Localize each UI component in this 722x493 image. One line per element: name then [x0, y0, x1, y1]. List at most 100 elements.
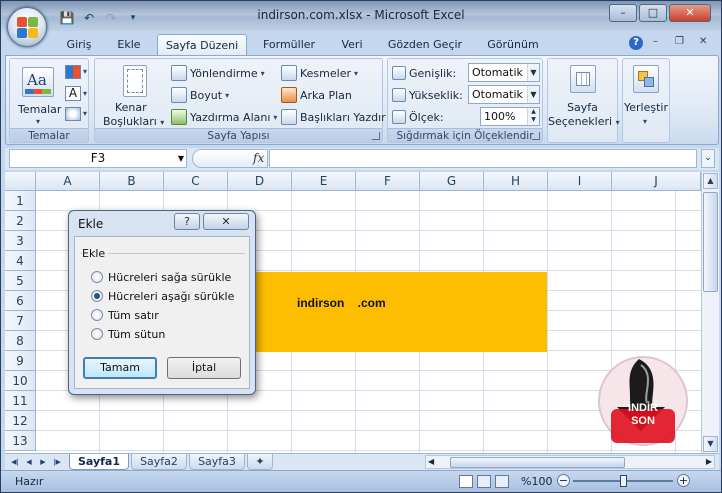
height-select[interactable]: Otomatik ▼ [468, 85, 540, 104]
margins-icon[interactable] [123, 65, 147, 97]
theme-effects-dropdown-icon[interactable]: ▾ [83, 109, 87, 118]
orientation-button[interactable]: Yönlendirme ▾ [171, 63, 265, 83]
sheet-tab-sayfa2[interactable]: Sayfa2 [131, 454, 187, 470]
sheet-tab-sayfa3[interactable]: Sayfa3 [189, 454, 245, 470]
row-header-3[interactable]: 3 [5, 231, 36, 251]
page-break-view-icon[interactable] [495, 475, 509, 488]
radio-entire-column[interactable] [91, 328, 103, 340]
print-titles-button[interactable]: Başlıkları Yazdır [281, 107, 386, 127]
tab-veri[interactable]: Veri [333, 34, 371, 55]
row-header-2[interactable]: 2 [5, 211, 36, 231]
tab-sayfa-duzeni[interactable]: Sayfa Düzeni [157, 34, 247, 55]
theme-effects-icon[interactable] [65, 107, 81, 121]
vertical-scroll-thumb[interactable] [703, 192, 718, 292]
print-area-button[interactable]: Yazdırma Alanı ▾ [171, 107, 277, 127]
breaks-button[interactable]: Kesmeler ▾ [281, 63, 358, 83]
row-header-12[interactable]: 12 [5, 411, 36, 431]
row-header-10[interactable]: 10 [5, 371, 36, 391]
column-header-b[interactable]: B [100, 172, 164, 191]
column-header-e[interactable]: E [292, 172, 356, 191]
theme-colors-icon[interactable] [65, 65, 81, 79]
theme-fonts-dropdown-icon[interactable]: ▾ [83, 89, 87, 98]
row-header-1[interactable]: 1 [5, 191, 36, 211]
help-icon[interactable]: ? [629, 36, 643, 50]
scale-spin-icon[interactable]: ▲ ▼ [527, 108, 539, 125]
vertical-scrollbar[interactable]: ▲ ▼ [701, 172, 719, 453]
zoom-in-icon[interactable]: + [677, 474, 690, 487]
sheet-tab-sayfa1[interactable]: Sayfa1 [69, 454, 129, 470]
size-button[interactable]: Boyut ▾ [171, 85, 229, 105]
scale-spinner[interactable]: 100% ▲ ▼ [480, 107, 540, 126]
column-header-d[interactable]: D [228, 172, 292, 191]
row-header-5[interactable]: 5 [5, 271, 36, 291]
horizontal-scrollbar[interactable]: ◀ ▶ [425, 455, 715, 469]
column-header-f[interactable]: F [356, 172, 420, 191]
ok-button[interactable]: Tamam [83, 357, 157, 379]
minimize-button[interactable]: – [609, 4, 637, 22]
dialog-help-button[interactable]: ? [174, 213, 200, 230]
row-header-13[interactable]: 13 [5, 431, 36, 451]
column-header-h[interactable]: H [484, 172, 548, 191]
option-entire-column[interactable]: Tüm sütun [91, 326, 165, 342]
theme-colors-dropdown-icon[interactable]: ▾ [83, 67, 87, 76]
radio-shift-down[interactable] [91, 290, 103, 302]
column-header-g[interactable]: G [420, 172, 484, 191]
last-sheet-icon[interactable]: |▶ [51, 455, 63, 469]
page-setup-launcher-icon[interactable] [372, 132, 380, 140]
background-button[interactable]: Arka Plan [281, 85, 352, 105]
group-sayfa-secenekleri[interactable]: Sayfa Seçenekleri ▾ [547, 58, 620, 143]
tab-formuller[interactable]: Formüller [255, 34, 323, 55]
width-select[interactable]: Otomatik ▼ [468, 63, 540, 82]
radio-shift-right[interactable] [91, 271, 103, 283]
themes-dropdown-icon[interactable]: ▾ [36, 117, 40, 126]
tab-giris[interactable]: Giriş [57, 34, 101, 55]
formula-input[interactable] [269, 149, 697, 168]
row-header-8[interactable]: 8 [5, 331, 36, 351]
column-header-a[interactable]: A [36, 172, 100, 191]
horizontal-scroll-thumb[interactable] [450, 457, 625, 468]
themes-button[interactable]: Temalar [18, 99, 61, 119]
column-header-j[interactable]: J [612, 172, 701, 191]
scroll-up-icon[interactable]: ▲ [703, 173, 718, 189]
expand-formula-icon[interactable]: ⌄ [701, 149, 715, 168]
scroll-left-icon[interactable]: ◀ [428, 456, 434, 468]
column-header-c[interactable]: C [164, 172, 228, 191]
first-sheet-icon[interactable]: ◀| [9, 455, 21, 469]
zoom-slider-thumb[interactable] [620, 475, 627, 487]
row-header-7[interactable]: 7 [5, 311, 36, 331]
row-header-9[interactable]: 9 [5, 351, 36, 371]
insert-sheet-icon[interactable]: ✦ [247, 454, 273, 470]
select-all-corner[interactable] [5, 172, 36, 191]
tab-gozden-gecir[interactable]: Gözden Geçir [381, 34, 469, 55]
option-entire-row[interactable]: Tüm satır [91, 307, 159, 323]
normal-view-icon[interactable] [459, 475, 473, 488]
radio-entire-row[interactable] [91, 309, 103, 321]
cancel-button[interactable]: İptal [167, 357, 241, 379]
zoom-level[interactable]: %100 [521, 475, 552, 488]
name-box-dropdown-icon[interactable]: ▼ [178, 150, 184, 167]
ribbon-close-icon[interactable]: ✕ [699, 36, 707, 47]
tab-gorunum[interactable]: Görünüm [479, 34, 547, 55]
ribbon-restore-icon[interactable]: ❐ [675, 36, 684, 47]
scroll-down-icon[interactable]: ▼ [703, 436, 718, 452]
dialog-close-button[interactable]: ✕ [203, 213, 249, 230]
maximize-button[interactable]: □ [639, 4, 667, 22]
column-header-i[interactable]: I [548, 172, 612, 191]
prev-sheet-icon[interactable]: ◀ [23, 455, 35, 469]
zoom-out-icon[interactable]: − [557, 474, 570, 487]
office-button[interactable] [7, 7, 47, 47]
scroll-right-icon[interactable]: ▶ [706, 456, 712, 468]
margins-label-2[interactable]: Boşlukları ▾ [103, 115, 164, 128]
margins-label-1[interactable]: Kenar [115, 101, 147, 114]
theme-fonts-icon[interactable]: A [65, 86, 81, 101]
themes-icon[interactable]: Aa [22, 67, 54, 97]
merged-cell-highlight[interactable] [227, 272, 547, 352]
next-sheet-icon[interactable]: ▶ [37, 455, 49, 469]
row-header-6[interactable]: 6 [5, 291, 36, 311]
tab-ekle[interactable]: Ekle [109, 34, 149, 55]
name-box[interactable]: F3 ▼ [9, 149, 187, 168]
option-shift-down[interactable]: Hücreleri aşağı sürükle [91, 288, 234, 304]
row-header-4[interactable]: 4 [5, 251, 36, 271]
row-header-11[interactable]: 11 [5, 391, 36, 411]
insert-function-icon[interactable]: fx [253, 151, 264, 165]
